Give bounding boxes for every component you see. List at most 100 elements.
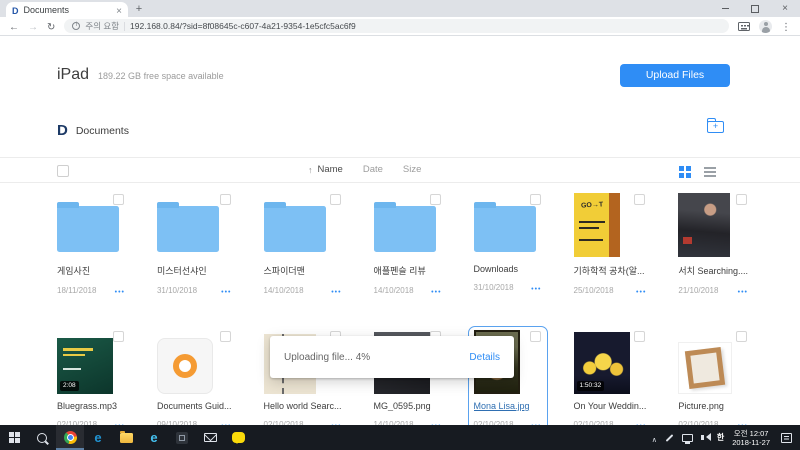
start-button[interactable] xyxy=(0,425,28,450)
action-center-icon[interactable] xyxy=(781,432,792,443)
taskbar: 한 오전 12:07 2018-11-27 xyxy=(0,425,800,450)
file-name: MG_0595.png xyxy=(373,401,431,411)
file-tile[interactable]: 애플펜슬 리뷰 14/10/2018 xyxy=(373,193,442,299)
grid-view-icon[interactable] xyxy=(679,166,684,171)
video-thumbnail: 1:50:32 xyxy=(573,332,630,394)
taskbar-clock[interactable]: 오전 12:07 2018-11-27 xyxy=(732,429,770,447)
details-link[interactable]: Details xyxy=(469,352,500,363)
dark-app-icon xyxy=(176,431,188,444)
taskbar-file-explorer[interactable] xyxy=(112,425,140,450)
upload-files-button[interactable]: Upload Files xyxy=(620,64,730,87)
file-tile[interactable]: 게임사진 18/11/2018 xyxy=(57,193,125,299)
address-bar[interactable]: 주의 요함 192.168.0.84/?sid=8f08645c-c607-4a… xyxy=(64,19,729,33)
item-checkbox[interactable] xyxy=(529,331,541,342)
file-tile[interactable]: 2:08 Bluegrass.mp3 02/10/2018 xyxy=(57,330,125,425)
file-date: 14/10/2018 xyxy=(263,285,304,295)
file-tile[interactable]: 미스터선샤인 31/10/2018 xyxy=(156,193,232,299)
file-grid: 게임사진 18/11/2018 미스터선샤인 31/10/2018 스파이더맨 … xyxy=(57,193,748,425)
file-name: Hello world Searc... xyxy=(263,401,342,411)
forward-icon[interactable] xyxy=(28,17,38,35)
item-checkbox[interactable] xyxy=(634,331,646,342)
clock-date: 2018-11-27 xyxy=(732,437,770,447)
taskbar-internet-explorer[interactable] xyxy=(140,425,168,450)
file-tile[interactable]: 1:50:32 On Your Weddin... 02/10/2018 xyxy=(573,330,647,425)
select-all-checkbox[interactable] xyxy=(57,165,69,177)
back-icon[interactable] xyxy=(9,17,19,35)
sort-by-date[interactable]: Date xyxy=(363,164,383,175)
tab-close-icon[interactable] xyxy=(116,1,122,19)
system-tray: 한 오전 12:07 2018-11-27 xyxy=(652,425,800,450)
taskbar-chrome[interactable] xyxy=(56,425,84,450)
chrome-icon xyxy=(63,431,77,444)
browser-menu-icon[interactable] xyxy=(781,17,791,35)
extension-icon[interactable] xyxy=(738,21,750,31)
documents-logo-icon xyxy=(57,122,68,140)
file-tile[interactable]: 서치 Searching.... 21/10/2018 xyxy=(678,193,748,299)
folder-icon xyxy=(57,201,119,252)
item-checkbox[interactable] xyxy=(219,194,231,205)
sort-by-size[interactable]: Size xyxy=(403,164,421,175)
file-explorer-icon xyxy=(119,430,133,443)
item-checkbox[interactable] xyxy=(429,194,441,205)
kakaotalk-icon xyxy=(231,432,245,444)
folder-icon xyxy=(473,201,536,252)
reload-icon[interactable] xyxy=(47,17,55,35)
volume-icon[interactable] xyxy=(700,433,711,441)
file-tile[interactable]: Downloads 31/10/2018 xyxy=(473,193,542,299)
site-info-icon[interactable] xyxy=(72,22,81,30)
file-tile[interactable]: Picture.png 02/10/2018 xyxy=(678,330,748,425)
more-icon[interactable] xyxy=(331,415,341,425)
item-checkbox[interactable] xyxy=(736,194,747,205)
file-date: 18/11/2018 xyxy=(57,285,97,295)
more-icon[interactable] xyxy=(738,415,748,425)
more-icon[interactable] xyxy=(431,415,441,425)
taskbar-dark-app[interactable] xyxy=(168,425,196,450)
hidden-icons-chevron-icon[interactable] xyxy=(652,429,657,447)
more-icon[interactable] xyxy=(115,281,125,299)
more-icon[interactable] xyxy=(531,415,541,425)
more-icon[interactable] xyxy=(531,278,541,296)
more-icon[interactable] xyxy=(738,281,748,299)
more-icon[interactable] xyxy=(636,281,646,299)
search-button[interactable] xyxy=(28,425,56,450)
item-checkbox[interactable] xyxy=(329,194,341,205)
file-name: 스파이더맨 xyxy=(263,266,305,276)
more-icon[interactable] xyxy=(636,415,646,425)
more-icon[interactable] xyxy=(221,415,231,425)
file-tile[interactable]: 스파이더맨 14/10/2018 xyxy=(263,193,342,299)
new-folder-icon[interactable] xyxy=(706,118,724,133)
new-tab-button[interactable] xyxy=(128,2,150,17)
item-checkbox[interactable] xyxy=(529,194,541,205)
file-name: On Your Weddin... xyxy=(573,401,647,411)
item-checkbox[interactable] xyxy=(112,331,124,342)
more-icon[interactable] xyxy=(331,281,341,299)
more-icon[interactable] xyxy=(221,281,231,299)
network-icon[interactable] xyxy=(681,433,693,444)
item-checkbox[interactable] xyxy=(634,194,646,205)
thumbnail-text: GO→T xyxy=(580,201,603,210)
more-icon[interactable] xyxy=(115,415,125,425)
item-checkbox[interactable] xyxy=(736,331,747,342)
free-space-text: 189.22 GB free space available xyxy=(98,71,224,81)
item-checkbox[interactable] xyxy=(112,194,124,205)
maximize-icon[interactable] xyxy=(740,0,770,17)
item-checkbox[interactable] xyxy=(219,331,231,342)
sort-by-name[interactable]: ↑ Name xyxy=(308,164,343,175)
profile-avatar[interactable] xyxy=(759,19,772,33)
security-indicator[interactable]: 주의 요함 xyxy=(85,20,119,32)
browser-tab[interactable]: Documents xyxy=(6,2,128,17)
taskbar-edge[interactable] xyxy=(84,425,112,450)
taskbar-mail[interactable] xyxy=(196,425,224,450)
file-date: 31/10/2018 xyxy=(156,285,198,295)
pen-icon[interactable] xyxy=(665,433,674,442)
ime-indicator[interactable]: 한 xyxy=(717,432,724,443)
minimize-icon[interactable] xyxy=(710,0,740,17)
section-title: Documents xyxy=(75,125,129,137)
taskbar-kakaotalk[interactable] xyxy=(224,425,252,450)
file-tile[interactable]: Documents Guid... 09/10/2018 xyxy=(156,330,232,425)
section-header: Documents xyxy=(57,122,129,140)
more-icon[interactable] xyxy=(431,281,441,299)
list-view-icon[interactable] xyxy=(704,167,716,169)
close-icon[interactable] xyxy=(770,0,800,17)
file-tile[interactable]: GO→T 기하학적 공차(알... 25/10/2018 xyxy=(573,193,647,299)
